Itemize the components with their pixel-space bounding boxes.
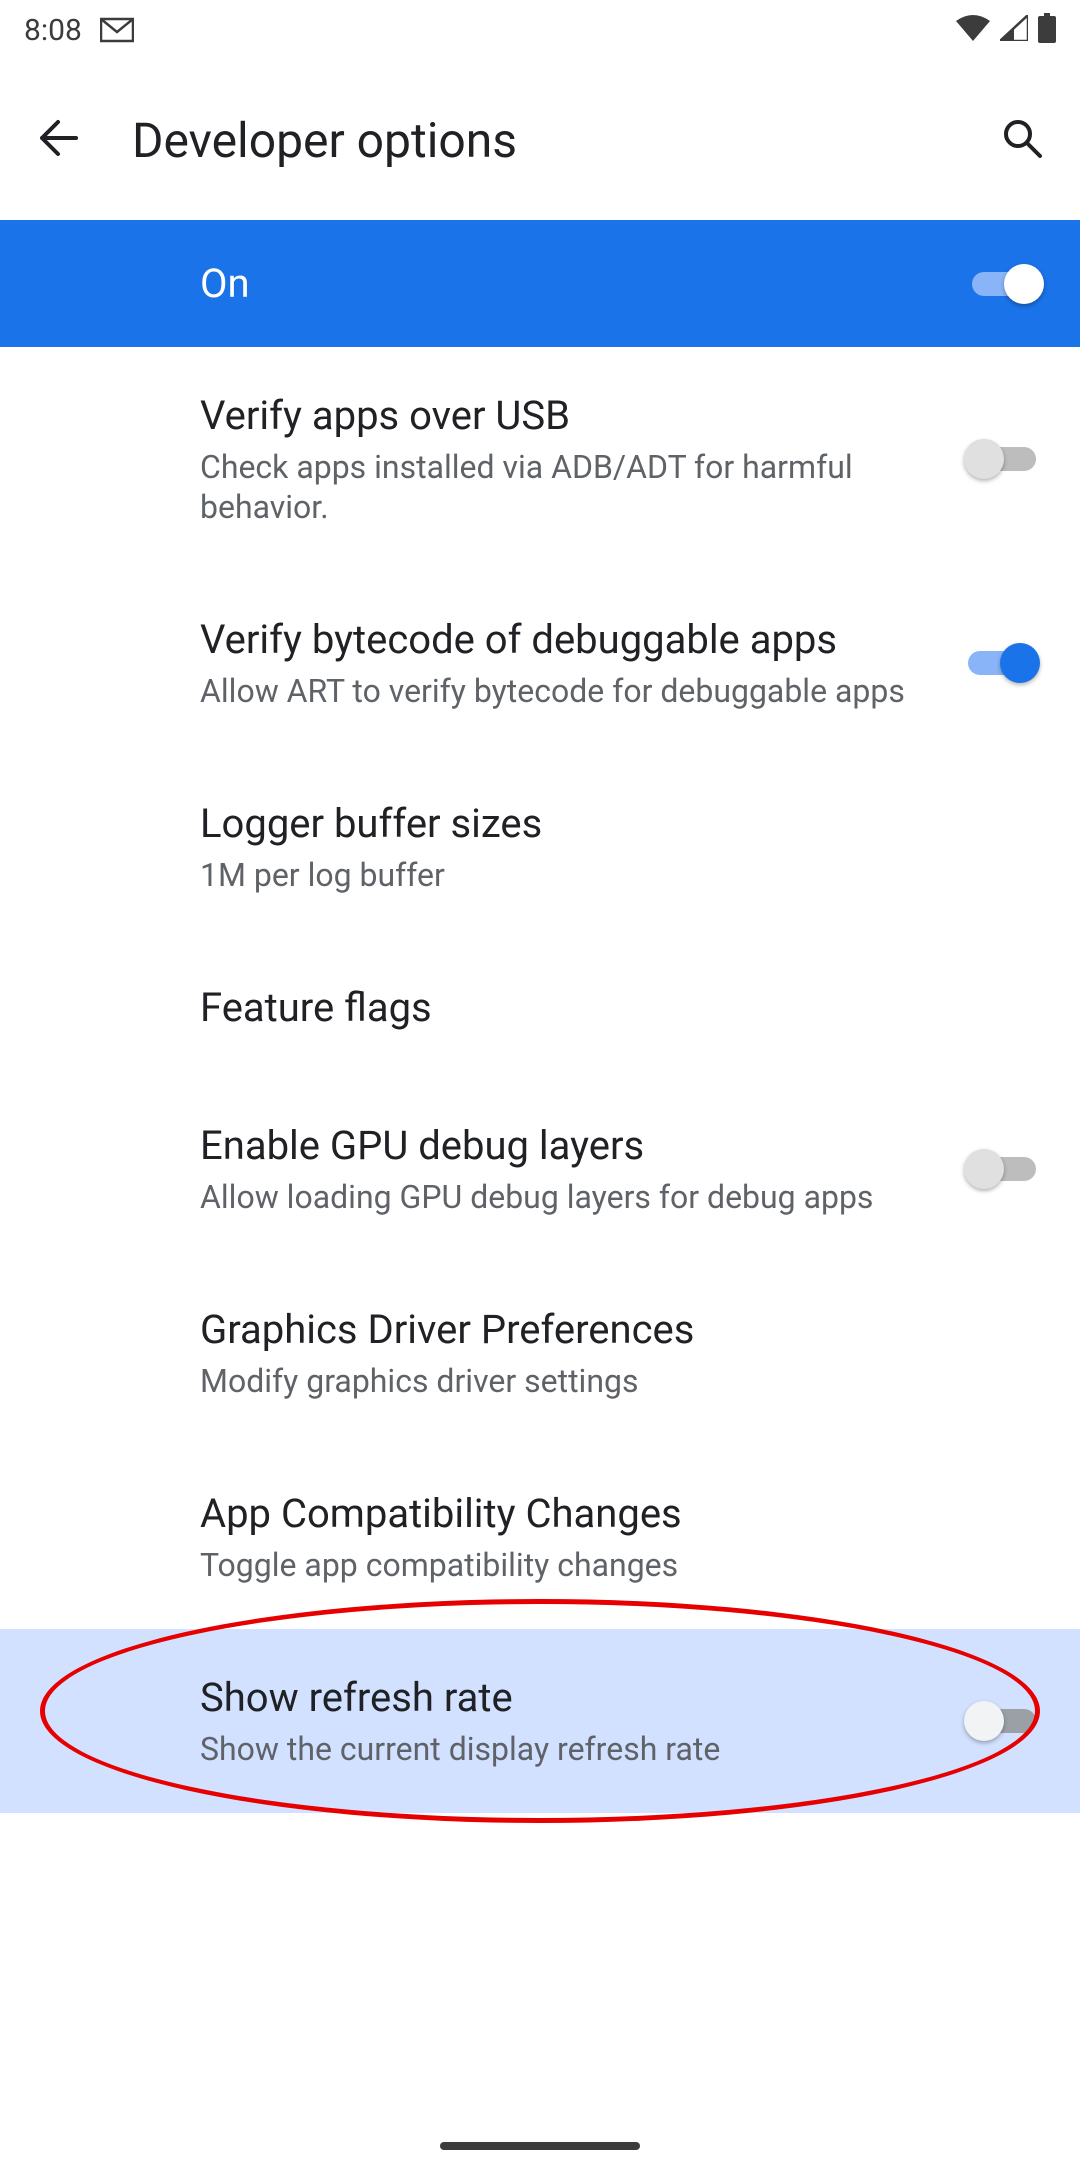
setting-verify-bytecode[interactable]: Verify bytecode of debuggable apps Allow… — [0, 571, 1080, 755]
master-toggle-label: On — [200, 260, 250, 307]
screen: 8:08 Developer options — [0, 0, 1080, 2160]
setting-logger-buffer-sizes[interactable]: Logger buffer sizes 1M per log buffer — [0, 755, 1080, 939]
navigation-gesture-handle[interactable] — [440, 2142, 640, 2150]
search-icon — [1000, 116, 1044, 164]
setting-feature-flags[interactable]: Feature flags — [0, 939, 1080, 1077]
status-time: 8:08 — [24, 13, 82, 48]
setting-verify-apps-over-usb[interactable]: Verify apps over USB Check apps installe… — [0, 347, 1080, 571]
master-toggle-switch[interactable] — [968, 264, 1044, 304]
row-title: App Compatibility Changes — [200, 1489, 1040, 1539]
setting-show-refresh-rate[interactable]: Show refresh rate Show the current displ… — [0, 1629, 1080, 1813]
row-title: Verify bytecode of debuggable apps — [200, 615, 934, 665]
row-subtitle: Modify graphics driver settings — [200, 1361, 1040, 1401]
status-right — [956, 13, 1056, 47]
setting-graphics-driver-preferences[interactable]: Graphics Driver Preferences Modify graph… — [0, 1261, 1080, 1445]
row-title: Feature flags — [200, 983, 1040, 1033]
row-subtitle: Allow loading GPU debug layers for debug… — [200, 1177, 934, 1217]
switch-thumb — [964, 1149, 1004, 1189]
setting-app-compatibility-changes[interactable]: App Compatibility Changes Toggle app com… — [0, 1445, 1080, 1629]
toggle-verify-bytecode[interactable] — [964, 643, 1040, 683]
settings-list[interactable]: Verify apps over USB Check apps installe… — [0, 347, 1080, 2160]
wifi-icon — [956, 15, 990, 45]
row-subtitle: Toggle app compatibility changes — [200, 1545, 1040, 1585]
setting-enable-gpu-debug-layers[interactable]: Enable GPU debug layers Allow loading GP… — [0, 1077, 1080, 1261]
row-subtitle: Check apps installed via ADB/ADT for har… — [200, 447, 934, 527]
master-toggle-banner[interactable]: On — [0, 220, 1080, 347]
toggle-show-refresh-rate[interactable] — [964, 1701, 1040, 1741]
gmail-icon — [100, 16, 134, 44]
row-title: Graphics Driver Preferences — [200, 1305, 1040, 1355]
row-title: Logger buffer sizes — [200, 799, 1040, 849]
page-title: Developer options — [132, 112, 948, 169]
switch-thumb — [1004, 264, 1044, 304]
toggle-verify-apps-over-usb[interactable] — [964, 439, 1040, 479]
row-texts: Verify bytecode of debuggable apps Allow… — [200, 615, 934, 711]
row-texts: Feature flags — [200, 983, 1040, 1033]
switch-thumb — [964, 1701, 1004, 1741]
arrow-back-icon — [36, 116, 80, 164]
row-title: Verify apps over USB — [200, 391, 934, 441]
row-subtitle: Show the current display refresh rate — [200, 1729, 934, 1769]
cell-signal-icon — [1000, 15, 1028, 45]
battery-icon — [1038, 13, 1056, 47]
row-subtitle: Allow ART to verify bytecode for debugga… — [200, 671, 934, 711]
app-bar: Developer options — [0, 60, 1080, 220]
switch-thumb — [1000, 643, 1040, 683]
row-title: Show refresh rate — [200, 1673, 934, 1723]
switch-thumb — [964, 439, 1004, 479]
row-texts: Graphics Driver Preferences Modify graph… — [200, 1305, 1040, 1401]
row-texts: Logger buffer sizes 1M per log buffer — [200, 799, 1040, 895]
status-left: 8:08 — [24, 13, 134, 48]
row-texts: Show refresh rate Show the current displ… — [200, 1673, 934, 1769]
row-texts: Verify apps over USB Check apps installe… — [200, 391, 934, 527]
row-texts: App Compatibility Changes Toggle app com… — [200, 1489, 1040, 1585]
row-texts: Enable GPU debug layers Allow loading GP… — [200, 1121, 934, 1217]
back-button[interactable] — [28, 110, 88, 170]
toggle-enable-gpu-debug-layers[interactable] — [964, 1149, 1040, 1189]
row-subtitle: 1M per log buffer — [200, 855, 1040, 895]
status-bar: 8:08 — [0, 0, 1080, 60]
row-title: Enable GPU debug layers — [200, 1121, 934, 1171]
search-button[interactable] — [992, 110, 1052, 170]
